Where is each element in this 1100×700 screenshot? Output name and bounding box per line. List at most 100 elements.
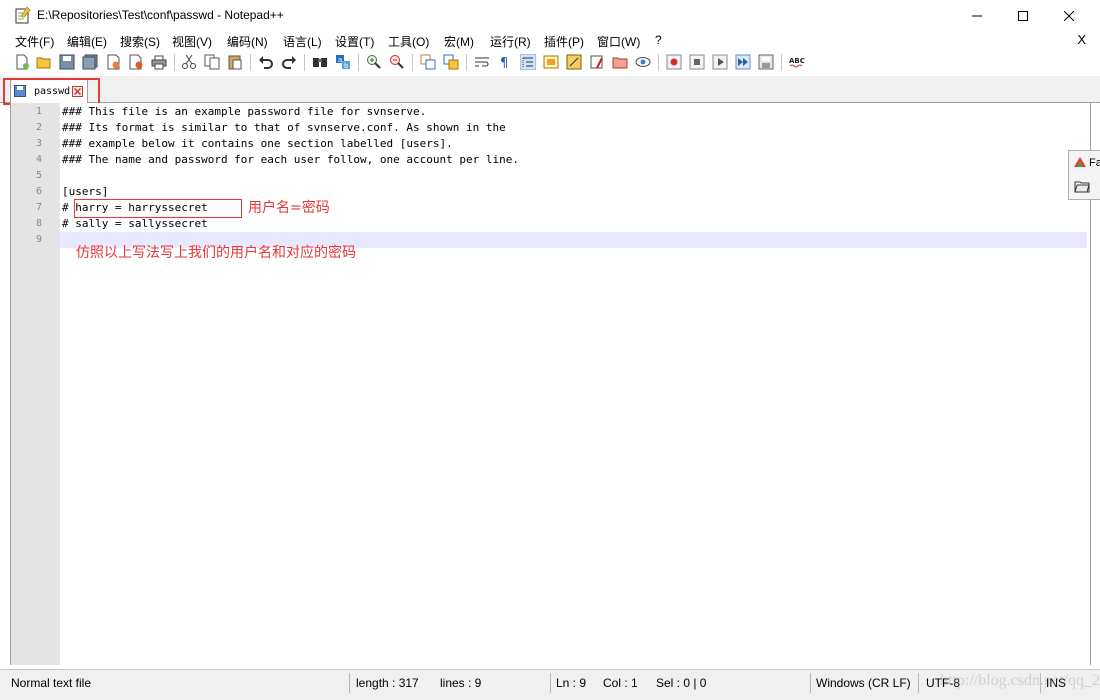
play-macro-icon[interactable] bbox=[712, 54, 728, 70]
code-line: ### Its format is similar to that of svn… bbox=[62, 121, 506, 134]
menu-edit[interactable]: 编辑(E) bbox=[67, 33, 107, 50]
minimize-button[interactable] bbox=[954, 0, 1000, 31]
find-icon[interactable] bbox=[312, 54, 328, 70]
menu-search[interactable]: 搜索(S) bbox=[120, 33, 160, 50]
toolbar: ab ¶ ABC bbox=[0, 51, 1100, 74]
floating-panel[interactable]: Fa bbox=[1068, 150, 1100, 200]
sync-vertical-icon[interactable] bbox=[420, 54, 436, 70]
doc-map-icon[interactable] bbox=[543, 54, 559, 70]
close-file-icon[interactable] bbox=[105, 54, 121, 70]
menu-encoding[interactable]: 编码(N) bbox=[227, 33, 268, 50]
toolbar-separator bbox=[250, 54, 251, 71]
undo-icon[interactable] bbox=[258, 54, 274, 70]
annotation-note: 仿照以上写法写上我们的用户名和对应的密码 bbox=[76, 245, 356, 261]
line-number: 5 bbox=[35, 170, 42, 181]
annotation-box bbox=[74, 199, 242, 218]
open-folder-icon[interactable] bbox=[1074, 179, 1090, 193]
paste-icon[interactable] bbox=[227, 54, 243, 70]
folder-as-workspace-icon[interactable] bbox=[589, 54, 605, 70]
menu-window[interactable]: 窗口(W) bbox=[597, 33, 640, 50]
zoom-in-icon[interactable] bbox=[366, 54, 382, 70]
menu-language[interactable]: 语言(L) bbox=[283, 33, 322, 50]
menu-help[interactable]: ? bbox=[655, 33, 662, 47]
copy-icon[interactable] bbox=[204, 54, 220, 70]
monitoring-icon[interactable] bbox=[635, 54, 651, 70]
menu-tools[interactable]: 工具(O) bbox=[388, 33, 429, 50]
status-bar: Normal text file length : 317 lines : 9 … bbox=[0, 669, 1100, 700]
line-number: 4 bbox=[35, 154, 42, 165]
notepad-plus-plus-icon bbox=[15, 6, 31, 24]
save-all-icon[interactable] bbox=[82, 54, 98, 70]
line-number: 9 bbox=[35, 234, 42, 245]
status-length: length : 317 bbox=[356, 676, 419, 690]
spell-check-icon[interactable]: ABC bbox=[789, 54, 805, 70]
stop-macro-icon[interactable] bbox=[689, 54, 705, 70]
menu-macro[interactable]: 宏(M) bbox=[444, 33, 474, 50]
svg-text:a: a bbox=[338, 56, 342, 64]
code-line: ### example below it contains one sectio… bbox=[62, 137, 453, 150]
line-number: 7 bbox=[35, 202, 42, 213]
editor-area[interactable]: 1 2 3 4 5 6 7 8 9 ### This file is an ex… bbox=[10, 103, 1091, 665]
minimize-icon bbox=[972, 15, 982, 16]
toolbar-separator bbox=[358, 54, 359, 71]
close-document-button[interactable]: X bbox=[1077, 32, 1086, 47]
toolbar-separator bbox=[781, 54, 782, 71]
tab-bar: passwd bbox=[0, 76, 1100, 105]
svg-text:¶: ¶ bbox=[500, 56, 508, 70]
status-col: Col : 1 bbox=[603, 676, 638, 690]
title-bar: E:\Repositories\Test\conf\passwd - Notep… bbox=[0, 0, 1100, 31]
menu-plugins[interactable]: 插件(P) bbox=[544, 33, 584, 50]
indent-guide-icon[interactable] bbox=[520, 54, 536, 70]
close-icon bbox=[1064, 10, 1074, 21]
toolbar-separator bbox=[174, 54, 175, 71]
code-line: # sally = sallyssecret bbox=[62, 217, 208, 230]
run-macro-multiple-icon[interactable] bbox=[735, 54, 751, 70]
word-wrap-icon[interactable] bbox=[474, 54, 490, 70]
annotation-note: 用户名=密码 bbox=[248, 200, 330, 216]
line-number: 6 bbox=[35, 186, 42, 197]
status-separator bbox=[550, 673, 551, 693]
status-sel: Sel : 0 | 0 bbox=[656, 676, 707, 690]
status-separator bbox=[918, 673, 919, 693]
svg-text:ABC: ABC bbox=[789, 57, 805, 65]
line-number-gutter: 1 2 3 4 5 6 7 8 9 bbox=[11, 103, 60, 665]
show-all-chars-icon[interactable]: ¶ bbox=[497, 54, 513, 70]
svg-text:b: b bbox=[344, 62, 349, 70]
record-macro-icon[interactable] bbox=[666, 54, 682, 70]
menu-run[interactable]: 运行(R) bbox=[490, 33, 531, 50]
toolbar-separator bbox=[658, 54, 659, 71]
status-separator bbox=[349, 673, 350, 693]
zoom-out-icon[interactable] bbox=[389, 54, 405, 70]
menu-view[interactable]: 视图(V) bbox=[172, 33, 212, 50]
close-all-icon[interactable] bbox=[128, 54, 144, 70]
new-file-icon[interactable] bbox=[14, 54, 30, 70]
save-macro-icon[interactable] bbox=[758, 54, 774, 70]
cut-icon[interactable] bbox=[181, 54, 197, 70]
sync-horizontal-icon[interactable] bbox=[443, 54, 459, 70]
maximize-icon bbox=[1018, 10, 1028, 21]
status-separator bbox=[810, 673, 811, 693]
line-number: 2 bbox=[35, 122, 42, 133]
code-line: ### The name and password for each user … bbox=[62, 153, 519, 166]
code-line: ### This file is an example password fil… bbox=[62, 105, 427, 118]
open-file-icon[interactable] bbox=[36, 54, 52, 70]
status-ln: Ln : 9 bbox=[556, 676, 587, 690]
window-title: E:\Repositories\Test\conf\passwd - Notep… bbox=[37, 8, 284, 22]
status-eol[interactable]: Windows (CR LF) bbox=[816, 676, 911, 690]
close-button[interactable] bbox=[1046, 0, 1092, 31]
redo-icon[interactable] bbox=[281, 54, 297, 70]
code-line: [users] bbox=[62, 185, 109, 198]
toolbar-separator bbox=[466, 54, 467, 71]
menu-file[interactable]: 文件(F) bbox=[15, 33, 54, 50]
function-list-icon[interactable] bbox=[566, 54, 582, 70]
replace-icon[interactable]: ab bbox=[335, 54, 351, 70]
print-icon[interactable] bbox=[151, 54, 167, 70]
watermark: http://blog.csdn.net/qq_25345657 bbox=[940, 672, 1100, 689]
folder-icon[interactable] bbox=[612, 54, 628, 70]
tab-highlight-box bbox=[3, 78, 100, 105]
line-number: 8 bbox=[35, 218, 42, 229]
menu-settings[interactable]: 设置(T) bbox=[335, 33, 374, 50]
maximize-button[interactable] bbox=[1000, 0, 1046, 31]
save-icon[interactable] bbox=[59, 54, 75, 70]
toolbar-separator bbox=[304, 54, 305, 71]
